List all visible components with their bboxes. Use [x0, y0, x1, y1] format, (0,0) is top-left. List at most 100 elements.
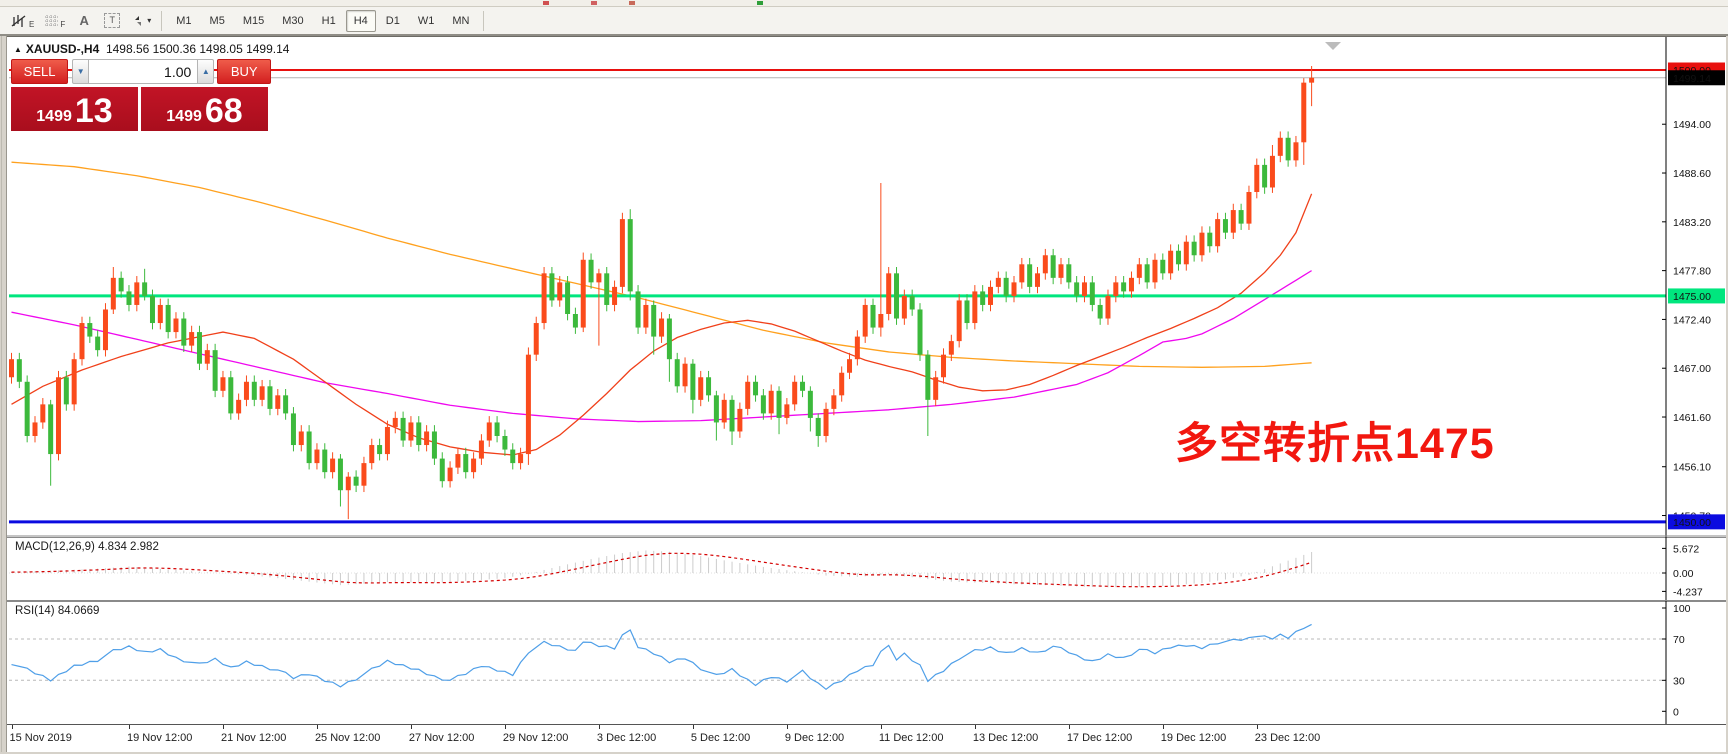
macd-label: MACD(12,26,9) 4.834 2.982 — [15, 541, 159, 553]
price-tick-label: 1494.00 — [1673, 119, 1711, 131]
buy-price-handle: 1499 — [166, 107, 202, 127]
text-box-icon: T — [104, 13, 120, 28]
tool-sub-label: F — [60, 21, 65, 29]
macd-axis-label: 5.672 — [1673, 543, 1699, 555]
chart-editor-icon — [11, 13, 28, 29]
volume-input[interactable] — [89, 59, 197, 84]
annotation-text: 多空转折点1475 — [1175, 409, 1495, 471]
price-tick-label: 1472.40 — [1673, 314, 1711, 326]
date-tick — [12, 725, 13, 729]
timeframe-h4-button[interactable]: H4 — [346, 10, 376, 32]
toolbar-separator — [483, 11, 484, 31]
toolbar-top-sliver — [0, 0, 1728, 7]
timeframe-h1-button[interactable]: H1 — [314, 10, 344, 32]
date-tick — [599, 725, 600, 729]
one-click-trade-panel: SELL ▼ ▲ BUY 1499 13 1499 68 — [11, 59, 271, 131]
date-label: 17 Dec 12:00 — [1067, 732, 1132, 744]
toolbar-speck-icon — [757, 1, 763, 5]
rsi-axis-label: 70 — [1673, 634, 1685, 646]
date-tick — [317, 725, 318, 729]
date-label: 11 Dec 12:00 — [879, 732, 944, 744]
volume-increase-button[interactable]: ▲ — [197, 59, 214, 84]
date-tick — [1069, 725, 1070, 729]
price-tick-label: 1483.20 — [1673, 217, 1711, 229]
date-tick — [881, 725, 882, 729]
rsi-indicator-pane[interactable]: 100 70 30 0 — [7, 601, 1726, 724]
timeframe-m5-button[interactable]: M5 — [202, 10, 233, 32]
grid-icon — [44, 14, 59, 29]
date-label: 25 Nov 12:00 — [315, 732, 380, 744]
toolbar-speck-icon — [629, 1, 635, 5]
price-badge-label: 1499.14 — [1673, 73, 1711, 85]
date-label: 3 Dec 12:00 — [597, 732, 656, 744]
date-tick — [1257, 725, 1258, 729]
date-tick — [505, 725, 506, 729]
price-tick-label: 1461.60 — [1673, 412, 1711, 424]
arrows-icon — [131, 14, 145, 28]
price-tick-label: 1467.00 — [1673, 363, 1711, 375]
ohlc-values: 1498.56 1500.36 1498.05 1499.14 — [106, 42, 290, 56]
date-label: 19 Dec 12:00 — [1161, 732, 1226, 744]
sell-button[interactable]: SELL — [11, 59, 68, 84]
macd-axis-label: -4.237 — [1673, 586, 1703, 598]
date-tick — [693, 725, 694, 729]
expand-arrow-icon[interactable]: ▲ — [14, 45, 22, 54]
price-badge-label: 1475.00 — [1673, 291, 1711, 303]
rsi-axis-label: 100 — [1673, 603, 1691, 615]
macd-axis-label: 0.00 — [1673, 568, 1694, 580]
rsi-axis-label: 0 — [1673, 706, 1679, 718]
date-label: 29 Nov 12:00 — [503, 732, 568, 744]
rsi-label: RSI(14) 84.0669 — [15, 605, 99, 617]
price-tick-label: 1488.60 — [1673, 168, 1711, 180]
buy-button[interactable]: BUY — [217, 59, 271, 84]
window-left-edge — [0, 36, 7, 752]
symbol-timeframe-label: XAUUSD-,H4 — [26, 42, 99, 56]
chevron-down-icon: ▾ — [147, 16, 151, 25]
sell-price-handle: 1499 — [36, 107, 72, 127]
price-tick-label: 1456.10 — [1673, 462, 1711, 474]
text-box-tool-button[interactable]: T — [99, 10, 125, 32]
arrow-objects-tool-button[interactable]: ▾ — [127, 10, 155, 32]
sell-price-pips: 13 — [75, 95, 113, 127]
buy-price-display[interactable]: 1499 68 — [141, 87, 268, 131]
macd-indicator-pane[interactable]: 5.672 0.00 -4.237 — [7, 537, 1726, 601]
sell-price-display[interactable]: 1499 13 — [11, 87, 138, 131]
date-tick — [1163, 725, 1164, 729]
date-axis[interactable]: 15 Nov 2019 19 Nov 12:00 21 Nov 12:00 25 No… — [7, 724, 1726, 752]
date-label: 27 Nov 12:00 — [409, 732, 474, 744]
date-tick — [411, 725, 412, 729]
buy-price-pips: 68 — [205, 95, 243, 127]
tool-sub-label: E — [29, 21, 34, 29]
date-label: 21 Nov 12:00 — [221, 732, 286, 744]
date-label: 15 Nov 2019 — [10, 732, 72, 744]
timeframe-w1-button[interactable]: W1 — [410, 10, 443, 32]
date-label: 5 Dec 12:00 — [691, 732, 750, 744]
toolbar: E F A T ▾ M1 M5 M15 M30 H1 H4 D1 W1 MN — [0, 7, 1728, 36]
toolbar-speck-icon — [543, 1, 549, 5]
chart-editor-tool-button[interactable]: E — [7, 10, 38, 32]
timeframe-d1-button[interactable]: D1 — [378, 10, 408, 32]
date-label: 19 Nov 12:00 — [127, 732, 192, 744]
date-tick — [787, 725, 788, 729]
date-label: 13 Dec 12:00 — [973, 732, 1038, 744]
date-tick — [975, 725, 976, 729]
letter-a-icon: A — [80, 13, 89, 28]
timeframe-m1-button[interactable]: M1 — [168, 10, 199, 32]
chart-header: ▲ XAUUSD-,H4 1498.56 1500.36 1498.05 1499… — [14, 42, 289, 56]
toolbar-speck-icon — [591, 1, 597, 5]
volume-decrease-button[interactable]: ▼ — [72, 59, 89, 84]
timeframe-mn-button[interactable]: MN — [444, 10, 477, 32]
chart-window: ▲ XAUUSD-,H4 1498.56 1500.36 1498.05 1499… — [7, 36, 1726, 752]
date-tick — [129, 725, 130, 729]
price-badge-label: 1450.00 — [1673, 517, 1711, 529]
date-label: 23 Dec 12:00 — [1255, 732, 1320, 744]
date-tick — [223, 725, 224, 729]
timeframe-m30-button[interactable]: M30 — [274, 10, 311, 32]
text-label-tool-button[interactable]: A — [71, 10, 97, 32]
price-tick-label: 1477.80 — [1673, 266, 1711, 278]
data-grid-tool-button[interactable]: F — [40, 10, 69, 32]
toolbar-separator — [161, 11, 162, 31]
date-label: 9 Dec 12:00 — [785, 732, 844, 744]
timeframe-m15-button[interactable]: M15 — [235, 10, 272, 32]
rsi-axis-label: 30 — [1673, 675, 1685, 687]
